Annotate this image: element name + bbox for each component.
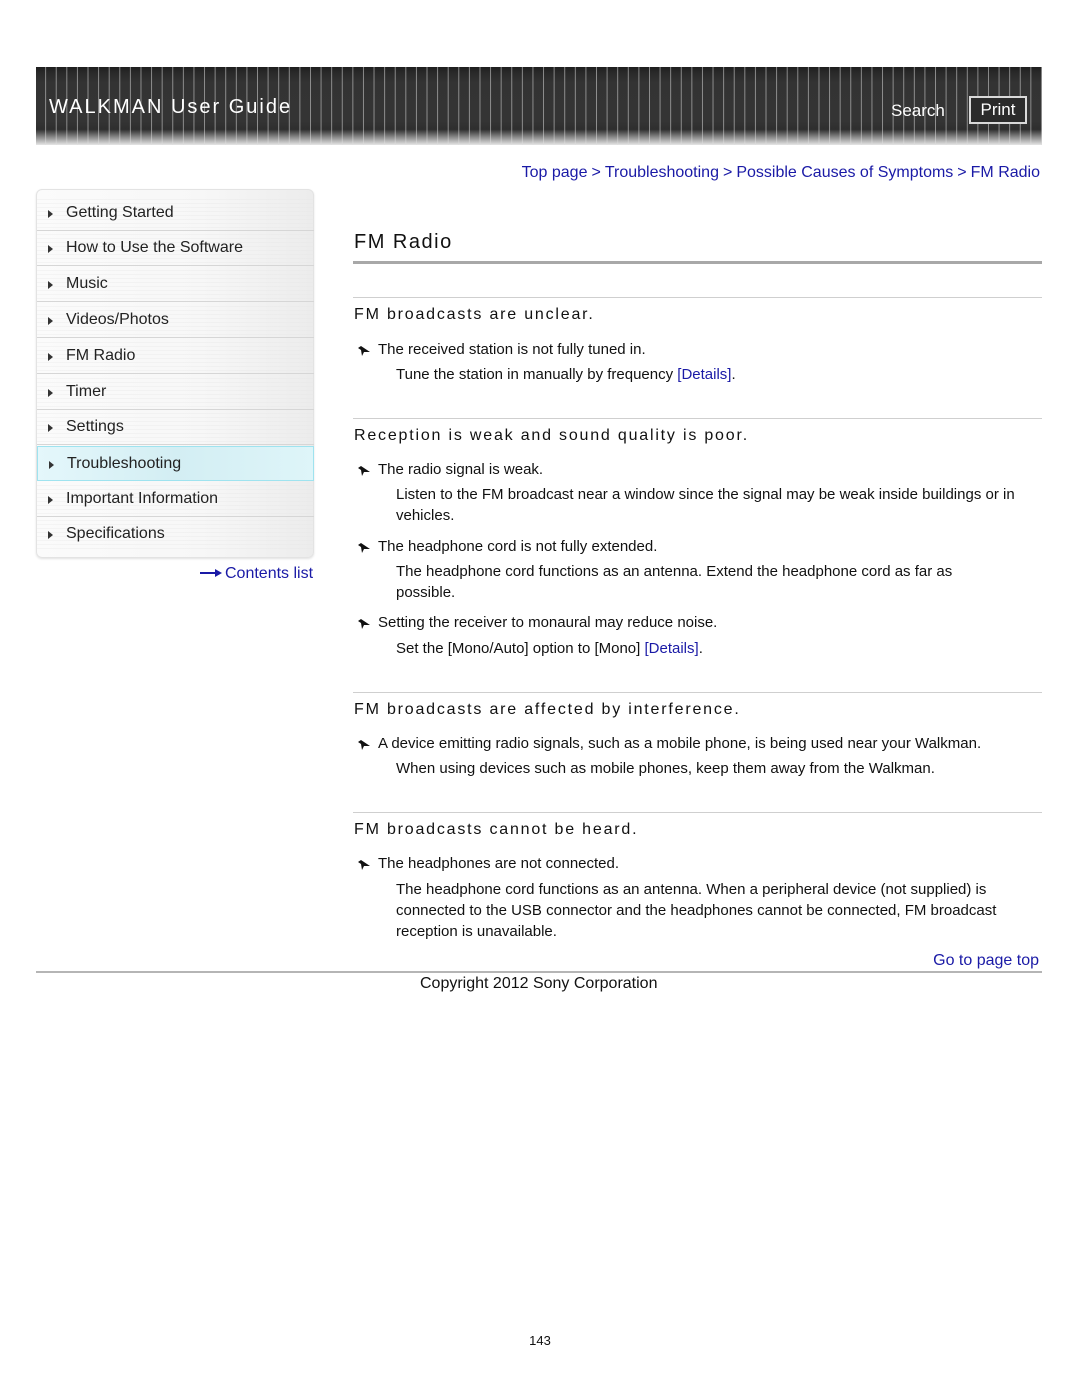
cause-text: The headphones are not connected. <box>378 855 620 872</box>
search-link[interactable]: Search <box>891 101 945 121</box>
bullet-arrow-icon <box>358 466 370 476</box>
remedy-body: Set the [Mono/Auto] option to [Mono] <box>396 640 641 657</box>
section-heading-interference: FM broadcasts are affected by interferen… <box>354 701 741 718</box>
breadcrumb-separator: > <box>957 164 967 181</box>
breadcrumb-separator: > <box>722 164 733 181</box>
sidebar-item-label: Troubleshooting <box>67 455 182 472</box>
remedy-text: Tune the station in manually by frequenc… <box>396 364 1046 385</box>
cause-text: The radio signal is weak. <box>378 461 544 478</box>
sidebar-item-label: Videos/Photos <box>66 311 169 328</box>
contents-list-link[interactable]: Contents list <box>200 565 313 583</box>
section-heading-unclear: FM broadcasts are unclear. <box>354 306 595 323</box>
sidebar-item-fm-radio[interactable]: FM Radio <box>37 339 314 374</box>
bullet-arrow-icon <box>358 860 370 870</box>
page-number: 143 <box>529 1333 551 1348</box>
sidebar-item-music[interactable]: Music <box>37 267 314 302</box>
contents-list-label: Contents list <box>225 565 314 582</box>
breadcrumb-fm-radio[interactable]: FM Radio <box>971 164 1040 181</box>
arrow-right-icon <box>200 568 222 577</box>
remedy-text: Set the [Mono/Auto] option to [Mono] [De… <box>396 638 1046 659</box>
cause-text: A device emitting radio signals, such as… <box>378 735 982 752</box>
triangle-right-icon <box>48 424 53 432</box>
sidebar-item-label: FM Radio <box>66 347 136 364</box>
sidebar-item-label: Getting Started <box>66 204 174 221</box>
sidebar-item-timer[interactable]: Timer <box>37 375 314 410</box>
sidebar-item-label: How to Use the Software <box>66 239 243 256</box>
section-divider <box>353 692 1042 693</box>
remedy-suffix: . <box>731 366 736 383</box>
triangle-right-icon <box>48 281 53 289</box>
breadcrumb-troubleshooting[interactable]: Troubleshooting <box>605 164 719 181</box>
sidebar-item-label: Settings <box>66 418 124 435</box>
breadcrumb-separator: > <box>591 164 601 181</box>
remedy-suffix: . <box>698 640 703 657</box>
print-button[interactable]: Print <box>969 96 1027 124</box>
remedy-text: Listen to the FM broadcast near a window… <box>396 486 1015 524</box>
bullet-arrow-icon <box>358 740 370 750</box>
remedy-text: When using devices such as mobile phones… <box>396 760 935 777</box>
sidebar-item-specifications[interactable]: Specifications <box>37 517 314 552</box>
sidebar-item-label: Music <box>66 275 108 292</box>
go-to-page-top-link[interactable]: Go to page top <box>933 952 1039 970</box>
cause-text: Setting the receiver to monaural may red… <box>378 614 718 631</box>
sidebar-item-settings[interactable]: Settings <box>37 410 314 445</box>
triangle-right-icon <box>48 389 53 397</box>
bullet-arrow-icon <box>358 543 370 553</box>
cause-text: The headphone cord is not fully extended… <box>378 538 658 555</box>
sidebar-item-important-information[interactable]: Important Information <box>37 482 314 517</box>
footer-divider <box>36 971 1042 973</box>
title-divider <box>353 261 1042 264</box>
cause-text: The received station is not fully tuned … <box>378 341 646 358</box>
page-title: FM Radio <box>354 231 453 253</box>
sidebar-item-label: Important Information <box>66 490 219 507</box>
triangle-right-icon <box>48 496 53 504</box>
section-heading-cannot-be-heard: FM broadcasts cannot be heard. <box>354 821 639 838</box>
section-divider <box>353 812 1042 813</box>
remedy-text: The headphone cord functions as an anten… <box>396 881 997 940</box>
sidebar-item-label: Specifications <box>66 525 165 542</box>
remedy-body: Tune the station in manually by frequenc… <box>396 366 674 383</box>
triangle-right-icon <box>48 245 53 253</box>
triangle-right-icon <box>49 461 54 469</box>
breadcrumb-top-page[interactable]: Top page <box>522 164 588 181</box>
sidebar-item-label: Timer <box>66 383 107 400</box>
breadcrumb: Top page > Troubleshooting > Possible Causes… <box>522 164 1040 182</box>
copyright-text: Copyright 2012 Sony Corporation <box>420 975 658 992</box>
section-divider <box>353 418 1042 419</box>
section-heading-weak-reception: Reception is weak and sound quality is p… <box>354 427 749 444</box>
triangle-right-icon <box>48 531 53 539</box>
details-link[interactable]: [Details] <box>677 366 731 383</box>
sidebar-item-troubleshooting[interactable]: Troubleshooting <box>37 446 314 481</box>
sidebar-item-videos-photos[interactable]: Videos/Photos <box>37 303 314 338</box>
sidebar-item-how-to-use-software[interactable]: How to Use the Software <box>37 231 314 266</box>
header-banner: WALKMAN User Guide Search Print <box>36 67 1042 145</box>
remedy-text: The headphone cord functions as an anten… <box>396 563 953 601</box>
breadcrumb-possible-causes[interactable]: Possible Causes of Symptoms <box>736 164 953 181</box>
triangle-right-icon <box>48 317 53 325</box>
details-link[interactable]: [Details] <box>645 640 699 657</box>
bullet-arrow-icon <box>358 619 370 629</box>
triangle-right-icon <box>48 353 53 361</box>
sidebar-nav: Getting Started How to Use the Software … <box>36 189 314 558</box>
sidebar-item-getting-started[interactable]: Getting Started <box>37 196 314 231</box>
guide-title: WALKMAN User Guide <box>49 96 293 118</box>
triangle-right-icon <box>48 210 53 218</box>
section-divider <box>353 297 1042 298</box>
bullet-arrow-icon <box>358 346 370 356</box>
